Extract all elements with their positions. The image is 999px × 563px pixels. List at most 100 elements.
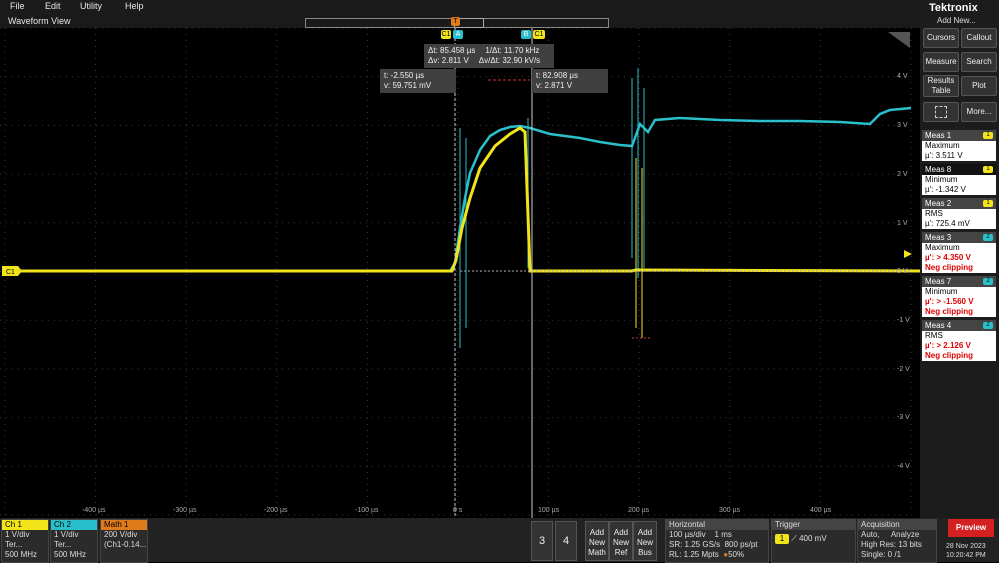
ch1-bandwidth: 500 MHz xyxy=(5,550,38,559)
y-label-4v: 4 V xyxy=(897,73,908,80)
meas-type: Maximum xyxy=(925,141,960,150)
ch1-scale: 1 V/div xyxy=(5,530,30,539)
y-label-2v: 2 V xyxy=(897,171,908,178)
y-label-neg3v: -3 V xyxy=(897,414,910,421)
slope: Δv/Δt: 32.90 kV/s xyxy=(478,56,541,65)
time-per-div: 100 µs/div xyxy=(669,530,706,539)
ch2-bandwidth: 500 MHz xyxy=(54,550,87,559)
x-label: 200 µs xyxy=(628,507,650,514)
menu-edit[interactable]: Edit xyxy=(45,1,61,11)
horizontal-title: Horizontal xyxy=(666,520,768,530)
meas-name: Meas 2 xyxy=(925,199,952,208)
record-length: RL: 1.25 Mpts xyxy=(669,550,719,559)
acquisition-title: Acquisition xyxy=(858,520,936,530)
add-bus-l3: Bus xyxy=(638,548,652,557)
meas-badge-header: Meas 2 1 xyxy=(922,198,996,209)
math1-scale: 200 V/div xyxy=(104,530,138,539)
zoom-button[interactable] xyxy=(923,102,959,122)
cursor-b-tag[interactable]: B xyxy=(521,30,531,39)
acquisition-badge[interactable]: Acquisition Auto, Analyze High Res: 13 b… xyxy=(857,519,937,563)
delta-t: Δt: 85.458 µs xyxy=(428,46,476,55)
acq-analyze: Analyze xyxy=(890,530,920,539)
meas-badge-header: Meas 4 2 xyxy=(922,320,996,331)
add-math-l2: New xyxy=(588,538,605,547)
meas-warning: Neg clipping xyxy=(925,351,973,360)
meas-badge-header: Meas 8 1 xyxy=(922,164,996,175)
meas-name: Meas 8 xyxy=(925,165,952,174)
meas-value: µ': -1.342 V xyxy=(925,185,966,194)
meas-name: Meas 4 xyxy=(925,321,952,330)
meas-value: µ': 3.511 V xyxy=(925,151,963,160)
meas-warning: Neg clipping xyxy=(925,263,973,272)
more-button[interactable]: More... xyxy=(961,102,997,122)
search-button[interactable]: Search xyxy=(961,52,997,72)
meas-source-tag: 1 xyxy=(983,166,993,173)
ch1-badge[interactable]: Ch 1 1 V/div Ter... 500 MHz xyxy=(1,519,49,563)
meas-type: Minimum xyxy=(925,287,958,296)
add-bus-l2: New xyxy=(636,538,653,547)
x-label: -200 µs xyxy=(264,507,288,514)
waveform-view-title: Waveform View xyxy=(8,16,71,26)
trigger-source: 1 xyxy=(775,534,789,544)
meas-source-tag: 1 xyxy=(983,200,993,207)
rising-edge-icon: ⟋ xyxy=(791,534,797,543)
trigger-position-tag[interactable]: T xyxy=(451,17,460,26)
ch2-badge-title: Ch 2 xyxy=(51,520,97,530)
y-label-neg4v: -4 V xyxy=(897,463,910,470)
meas-badge[interactable]: Meas 7 2 Minimum µ': > -1.560 V Neg clipp… xyxy=(922,276,996,317)
time-display: 10:20:42 PM xyxy=(946,552,986,559)
x-label: 300 µs xyxy=(719,507,741,514)
horizontal-badge[interactable]: Horizontal 100 µs/div 1 ms SR: 1.25 GS/s… xyxy=(665,519,769,563)
ch4-button[interactable]: 4 xyxy=(555,521,577,561)
ch1-offset-label: C1 xyxy=(6,269,15,276)
x-label: -300 µs xyxy=(173,507,197,514)
results-label-2: Table xyxy=(931,86,951,95)
menu-utility[interactable]: Utility xyxy=(80,1,102,11)
cursor-delta-readout: Δt: 85.458 µs 1/Δt: 11.70 kHz Δv: 2.811 V… xyxy=(424,44,555,68)
acq-mode: Auto, xyxy=(861,530,880,539)
meas-value: µ': 725.4 mV xyxy=(925,219,970,228)
x-label: -100 µs xyxy=(355,507,379,514)
plot-button[interactable]: Plot xyxy=(961,76,997,96)
menu-file[interactable]: File xyxy=(10,1,25,11)
add-bus-l1: Add xyxy=(637,528,653,537)
y-label-0v: 0 V xyxy=(897,268,908,275)
results-table-button[interactable]: Results Table xyxy=(923,75,959,97)
cursor-b-voltage: v: 2.871 V xyxy=(536,81,573,90)
trigger-level: 400 mV xyxy=(799,534,827,543)
meas-source-tag: 2 xyxy=(983,278,993,285)
meas-badge-header: Meas 1 1 xyxy=(922,130,996,141)
menu-bar: File Edit Utility Help xyxy=(0,0,920,14)
menu-help[interactable]: Help xyxy=(125,1,144,11)
y-label-neg2v: -2 V xyxy=(897,366,910,373)
cursor-b-readout: t: 82.908 µs v: 2.871 V xyxy=(532,69,608,93)
meas-badge[interactable]: Meas 8 1 Minimum µ': -1.342 V xyxy=(922,164,996,195)
meas-source-tag: 2 xyxy=(983,234,993,241)
add-new-ref-button[interactable]: Add New Ref xyxy=(609,521,633,561)
meas-badge[interactable]: Meas 2 1 RMS µ': 725.4 mV xyxy=(922,198,996,229)
measure-button[interactable]: Measure xyxy=(923,52,959,72)
add-new-bus-button[interactable]: Add New Bus xyxy=(633,521,657,561)
trigger-title: Trigger xyxy=(772,520,855,530)
acq-resolution: High Res: 13 bits xyxy=(861,540,922,549)
add-ref-l1: Add xyxy=(613,528,629,537)
ch3-button[interactable]: 3 xyxy=(531,521,553,561)
math1-badge-title: Math 1 xyxy=(101,520,147,530)
record-duration: 1 ms xyxy=(714,530,732,539)
math1-badge[interactable]: Math 1 200 V/div (Ch1-0.14... xyxy=(100,519,148,563)
corner-indicator xyxy=(888,32,910,48)
trigger-badge[interactable]: Trigger 1 ⟋ 400 mV xyxy=(771,519,856,563)
meas-badge[interactable]: Meas 4 2 RMS µ': > 2.126 V Neg clipping xyxy=(922,320,996,361)
callout-button[interactable]: Callout xyxy=(961,28,997,48)
ch2-badge[interactable]: Ch 2 1 V/div Ter... 500 MHz xyxy=(50,519,98,563)
ch1-badge-title: Ch 1 xyxy=(2,520,48,530)
meas-badge[interactable]: Meas 1 1 Maximum µ': 3.511 V xyxy=(922,130,996,161)
c1-tag-a: C1 xyxy=(441,30,451,39)
meas-type: Minimum xyxy=(925,175,958,184)
meas-type: Maximum xyxy=(925,243,960,252)
preview-button[interactable]: Preview xyxy=(948,519,994,537)
cursor-a-tag[interactable]: A xyxy=(453,30,463,39)
cursors-button[interactable]: Cursors xyxy=(923,28,959,48)
meas-badge[interactable]: Meas 3 2 Maximum µ': > 4.350 V Neg clippi… xyxy=(922,232,996,273)
add-new-math-button[interactable]: Add New Math xyxy=(585,521,609,561)
